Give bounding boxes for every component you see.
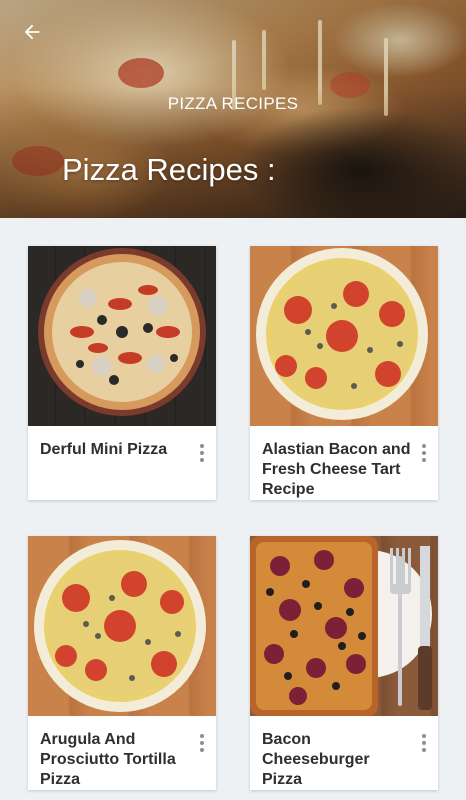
recipe-title: Derful Mini Pizza: [40, 441, 168, 458]
more-options-icon[interactable]: [194, 442, 210, 464]
more-options-icon[interactable]: [416, 732, 432, 754]
recipe-title: Arugula And Prosciutto Tortilla Pizza: [40, 731, 176, 788]
recipe-image: [250, 536, 438, 716]
recipe-title: Alastian Bacon and Fresh Cheese Tart Rec…: [262, 441, 411, 498]
header-banner: PIZZA RECIPES Pizza Recipes :: [0, 0, 466, 218]
more-options-icon[interactable]: [194, 732, 210, 754]
recipe-title: Bacon Cheeseburger Pizza: [262, 731, 370, 788]
recipe-image: [28, 246, 216, 426]
recipe-image: [28, 536, 216, 716]
page-title: Pizza Recipes :: [62, 152, 276, 187]
recipe-card[interactable]: Bacon Cheeseburger Pizza: [250, 536, 438, 790]
back-button[interactable]: [14, 14, 50, 50]
recipe-card[interactable]: Arugula And Prosciutto Tortilla Pizza: [28, 536, 216, 790]
recipe-image: [250, 246, 438, 426]
arrow-left-icon: [24, 24, 40, 40]
recipe-card[interactable]: Derful Mini Pizza: [28, 246, 216, 500]
more-options-icon[interactable]: [416, 442, 432, 464]
toolbar-title: PIZZA RECIPES: [167, 94, 299, 113]
recipe-card[interactable]: Alastian Bacon and Fresh Cheese Tart Rec…: [250, 246, 438, 500]
